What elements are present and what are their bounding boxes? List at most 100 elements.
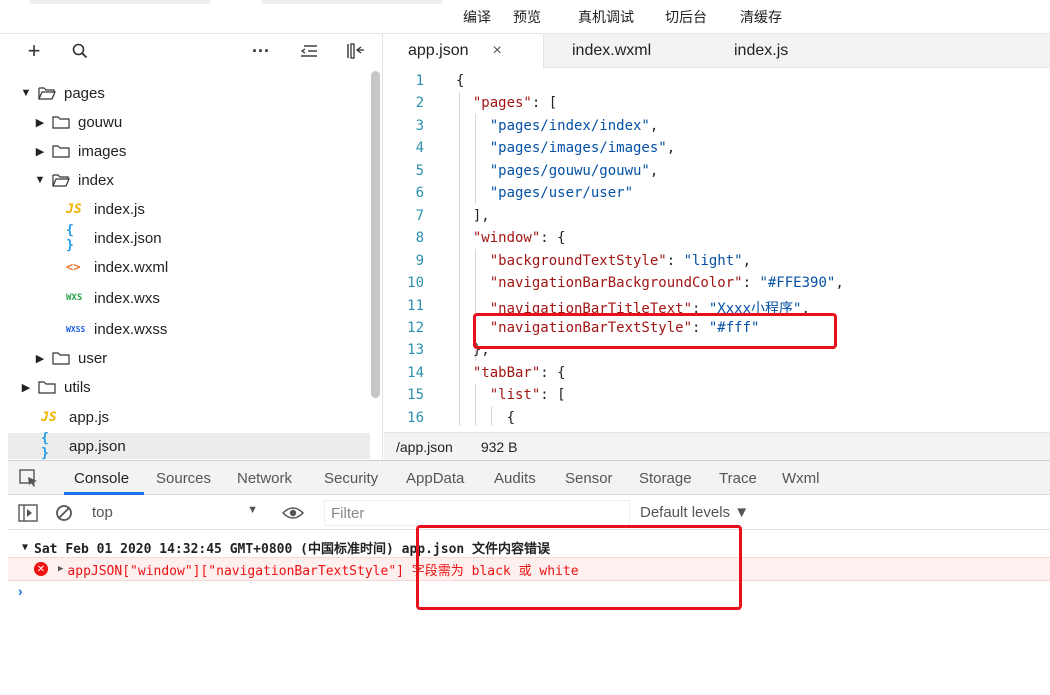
line-number: 12 (407, 320, 424, 336)
wxs-file-icon: WXS (66, 293, 83, 303)
eye-icon[interactable] (282, 506, 304, 520)
tree-folder-user[interactable]: ▶ user (8, 345, 370, 371)
tree-item-label: index.json (94, 229, 162, 247)
tab-label: app.json (408, 42, 469, 59)
caret-right-icon[interactable]: ▶ (58, 564, 63, 574)
line-number: 7 (415, 208, 424, 224)
tree-item-label: app.json (69, 437, 126, 455)
status-file-size: 932 B (480, 438, 518, 455)
tree-file-index-json[interactable]: { } index.json (8, 223, 370, 253)
log-levels-dropdown[interactable]: Default levels ▼ (640, 504, 749, 521)
more-icon[interactable]: ··· (250, 40, 272, 62)
code-line: }, (456, 342, 490, 358)
inspect-element-icon[interactable] (18, 468, 40, 488)
console-prompt-icon[interactable]: › (18, 583, 23, 599)
tree-folder-images[interactable]: ▶ images (8, 138, 370, 164)
tree-folder-pages[interactable]: ▼ pages (8, 80, 370, 106)
code-line: "tabBar": { (472, 365, 566, 381)
tab-sources[interactable]: Sources (156, 470, 211, 487)
caret-right-icon: ▶ (35, 352, 45, 365)
devtools-panel: Console Sources Network Security AppData… (8, 460, 1050, 695)
context-value: top (92, 504, 113, 521)
code-line: ], (456, 208, 490, 224)
tree-item-label: gouwu (78, 113, 123, 131)
filter-placeholder: Filter (331, 504, 365, 522)
tab-sensor[interactable]: Sensor (565, 470, 613, 487)
collapse-all-icon[interactable] (298, 40, 320, 62)
folder-icon (52, 115, 70, 129)
real-device-debug-button[interactable]: 真机调试 (578, 7, 634, 27)
js-file-icon: JS (41, 409, 57, 425)
context-selector[interactable]: top ▼ (92, 504, 262, 521)
tab-wxml[interactable]: Wxml (782, 470, 820, 487)
error-message: appJSON["window"]["navigationBarTextStyl… (67, 563, 579, 579)
tab-audits[interactable]: Audits (494, 470, 536, 487)
caret-right-icon: ▶ (35, 145, 45, 158)
tree-item-label: index.js (94, 200, 145, 218)
tab-console[interactable]: Console (74, 470, 129, 487)
tab-index-js[interactable]: index.js (734, 34, 788, 68)
search-icon[interactable] (69, 40, 91, 62)
folder-open-icon (38, 86, 56, 100)
console-error-row[interactable]: ✕ ▶ appJSON["window"]["navigationBarText… (8, 557, 1050, 581)
close-icon[interactable]: × (493, 42, 502, 60)
json-file-icon: { } (66, 223, 74, 253)
folder-icon (52, 351, 70, 365)
tab-appdata[interactable]: AppData (406, 470, 464, 487)
tab-storage[interactable]: Storage (639, 470, 692, 487)
code-line: { (456, 73, 465, 89)
line-number: 14 (407, 365, 424, 381)
dropdown-arrow-icon: ▼ (247, 504, 258, 516)
code-line: "window": { (472, 230, 566, 246)
tree-item-label: utils (64, 378, 91, 396)
caret-down-icon: ▼ (20, 87, 32, 99)
tree-file-index-wxs[interactable]: WXS index.wxs (8, 285, 370, 311)
console-group-header[interactable]: ▼ Sat Feb 01 2020 14:32:45 GMT+0800 (中国标… (8, 536, 1050, 558)
filter-input[interactable]: Filter (324, 500, 630, 526)
line-number: 10 (407, 275, 424, 291)
group-header-text: Sat Feb 01 2020 14:32:45 GMT+0800 (中国标准时… (34, 541, 551, 557)
tab-trace[interactable]: Trace (719, 470, 757, 487)
code-area[interactable]: 1 {2 "pages": [3 "pages/index/index", 4 "p… (384, 70, 1050, 426)
tree-item-label: app.js (69, 408, 110, 426)
tab-security[interactable]: Security (324, 470, 378, 487)
clear-console-icon[interactable] (55, 504, 73, 522)
tree-file-index-wxml[interactable]: <> index.wxml (8, 254, 370, 280)
line-number: 16 (407, 410, 424, 426)
add-icon[interactable]: + (23, 38, 45, 63)
toggle-sidebar-icon[interactable] (344, 40, 366, 62)
line-number: 9 (415, 253, 424, 269)
tab-index-wxml[interactable]: index.wxml (572, 34, 651, 68)
tree-file-app-js[interactable]: JS app.js (8, 404, 370, 430)
tab-network[interactable]: Network (237, 470, 292, 487)
devtools-tabs: Console Sources Network Security AppData… (8, 461, 1050, 495)
tree-file-index-js[interactable]: JS index.js (8, 196, 370, 222)
line-number: 15 (407, 387, 424, 403)
preview-button[interactable]: 预览 (513, 7, 541, 27)
folder-icon (38, 380, 56, 394)
tree-folder-utils[interactable]: ▶ utils (8, 374, 370, 400)
folder-open-icon (52, 173, 70, 187)
code-line: "pages/user/user" (489, 185, 634, 201)
toolbar-decoration (30, 0, 210, 4)
line-number: 1 (415, 73, 424, 89)
line-number: 4 (415, 140, 424, 156)
line-number: 13 (407, 342, 424, 358)
tab-app-json[interactable]: app.json × (384, 34, 544, 68)
console-toolbar: top ▼ Filter Default levels ▼ (8, 496, 1050, 530)
tree-file-app-json[interactable]: { } app.json (8, 431, 370, 461)
tree-file-index-wxss[interactable]: WXSS index.wxss (8, 316, 370, 342)
caret-down-icon: ▼ (34, 174, 46, 186)
code-line: "navigationBarTextStyle": "#fff" (489, 320, 760, 336)
tree-folder-index[interactable]: ▼ index (8, 167, 370, 193)
caret-right-icon: ▶ (35, 116, 45, 129)
sidebar-toggle-icon[interactable] (18, 504, 38, 522)
explorer-scrollbar[interactable] (371, 71, 380, 398)
editor-status-bar: /app.json 932 B (384, 432, 1050, 460)
clear-cache-button[interactable]: 清缓存 (740, 7, 782, 27)
switch-background-button[interactable]: 切后台 (665, 7, 707, 27)
compile-button[interactable]: 编译 (463, 7, 491, 27)
tree-folder-gouwu[interactable]: ▶ gouwu (8, 109, 370, 135)
caret-down-icon: ▼ (22, 541, 29, 553)
wxss-file-icon: WXSS (66, 324, 86, 334)
